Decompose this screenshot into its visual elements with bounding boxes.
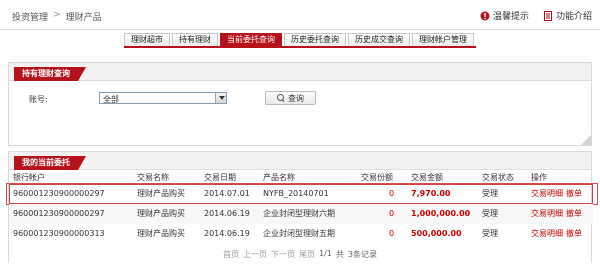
table-row[interactable]: 960001230900000297 理财产品购买 2014.06.19 企业封… bbox=[9, 204, 593, 224]
table-row[interactable]: 960001230900000297 理财产品购买 2014.07.01 NYF… bbox=[6, 183, 598, 205]
tips-link-label: 温馨提示 bbox=[492, 12, 529, 22]
pagination: 首页 上一页 下一页 尾页 1/1 共 3条记录 bbox=[0, 249, 600, 260]
cell-share: 0 bbox=[389, 189, 395, 198]
cell-amount: 7,970.00 bbox=[411, 189, 451, 198]
cell-name: 理财产品购买 bbox=[137, 229, 185, 238]
panel-corner-decoration bbox=[581, 135, 591, 145]
prev-page-link[interactable]: 上一页 bbox=[243, 249, 267, 260]
tab-history-trades[interactable]: 历史成交查询 bbox=[348, 33, 410, 46]
account-select[interactable]: 全部 bbox=[99, 92, 227, 104]
cell-date: 2014.06.19 bbox=[204, 209, 250, 218]
tab-finance-market[interactable]: 理财超市 bbox=[124, 33, 170, 46]
account-select-value: 全部 bbox=[103, 95, 119, 104]
breadcrumb-home[interactable]: 投资管理 bbox=[12, 10, 48, 23]
search-icon bbox=[277, 94, 285, 102]
detail-link[interactable]: 交易明细 bbox=[531, 184, 563, 204]
top-links: 温馨提示 功能介绍 bbox=[480, 9, 592, 22]
cell-product: NYFB_20140701 bbox=[263, 189, 329, 198]
cancel-link[interactable]: 撤单 bbox=[566, 224, 582, 244]
total-prefix: 共 bbox=[335, 250, 344, 259]
panel-header: 持有理财查询 bbox=[9, 63, 591, 81]
cell-date: 2014.07.01 bbox=[204, 189, 250, 198]
cancel-link[interactable]: 撤单 bbox=[566, 204, 582, 224]
last-page-link[interactable]: 尾页 bbox=[299, 249, 315, 260]
cell-share: 0 bbox=[389, 209, 395, 218]
panel-header: 我的当前委托 bbox=[9, 152, 591, 170]
tips-link[interactable]: 温馨提示 bbox=[480, 9, 529, 22]
query-button[interactable]: 查询 bbox=[265, 91, 316, 105]
intro-link[interactable]: 功能介绍 bbox=[543, 9, 592, 22]
detail-link[interactable]: 交易明细 bbox=[531, 224, 563, 244]
cell-date: 2014.06.19 bbox=[204, 229, 250, 238]
tab-current-orders[interactable]: 当前委托查询 bbox=[220, 33, 282, 46]
panel-title: 持有理财查询 bbox=[14, 67, 86, 81]
orders-table: 银行帐户 交易名称 交易日期 产品名称 交易份额 交易金额 交易状态 操作 96… bbox=[6, 171, 598, 244]
cell-product: 企业封闭型理财五期 bbox=[263, 229, 335, 238]
cancel-link[interactable]: 撤单 bbox=[566, 184, 582, 204]
tab-history-orders[interactable]: 历史委托查询 bbox=[284, 33, 346, 46]
breadcrumb-separator: > bbox=[53, 10, 61, 20]
query-button-label: 查询 bbox=[288, 93, 304, 103]
holdings-query-panel: 持有理财查询 账号: 全部 查询 bbox=[8, 62, 592, 146]
cell-status: 受理 bbox=[482, 189, 498, 198]
total-records: 3条记录 bbox=[347, 250, 377, 259]
alert-icon bbox=[480, 11, 490, 20]
cell-product: 企业封闭型理财六期 bbox=[263, 209, 335, 218]
account-label: 账号: bbox=[29, 95, 48, 104]
next-page-link[interactable]: 下一页 bbox=[271, 249, 295, 260]
tab-holdings[interactable]: 持有理财 bbox=[172, 33, 218, 46]
cell-account: 960001230900000297 bbox=[13, 189, 105, 198]
cell-amount: 1,000,000.00 bbox=[411, 209, 471, 218]
cell-amount: 500,000.00 bbox=[411, 229, 462, 238]
intro-link-label: 功能介绍 bbox=[555, 12, 592, 22]
panel-title: 我的当前委托 bbox=[14, 156, 86, 170]
page-indicator: 1/1 bbox=[319, 249, 332, 258]
tab-account-management[interactable]: 理财帐户管理 bbox=[412, 33, 474, 46]
cell-account: 960001230900000313 bbox=[13, 229, 105, 238]
current-orders-panel: 我的当前委托 银行帐户 交易名称 交易日期 产品名称 交易份额 交易金额 交易状… bbox=[6, 151, 598, 263]
table-row[interactable]: 960001230900000313 理财产品购买 2014.06.19 企业封… bbox=[9, 224, 593, 244]
cell-account: 960001230900000297 bbox=[13, 209, 105, 218]
breadcrumb-current: 理财产品 bbox=[65, 13, 102, 23]
top-header: 投资管理 > 理财产品 温馨提示 功能介绍 bbox=[0, 0, 600, 30]
cell-name: 理财产品购买 bbox=[137, 189, 185, 198]
tab-bar: 理财超市 持有理财 当前委托查询 历史委托查询 历史成交查询 理财帐户管理 bbox=[124, 33, 476, 48]
cell-status: 受理 bbox=[482, 209, 498, 218]
chevron-down-icon[interactable] bbox=[215, 93, 226, 103]
detail-link[interactable]: 交易明细 bbox=[531, 204, 563, 224]
header-divider bbox=[0, 29, 600, 30]
first-page-link[interactable]: 首页 bbox=[223, 249, 239, 260]
cell-name: 理财产品购买 bbox=[137, 209, 185, 218]
breadcrumb: 投资管理 > 理财产品 bbox=[12, 10, 102, 23]
cell-status: 受理 bbox=[482, 229, 498, 238]
cell-share: 0 bbox=[389, 229, 395, 238]
document-icon bbox=[543, 10, 552, 21]
